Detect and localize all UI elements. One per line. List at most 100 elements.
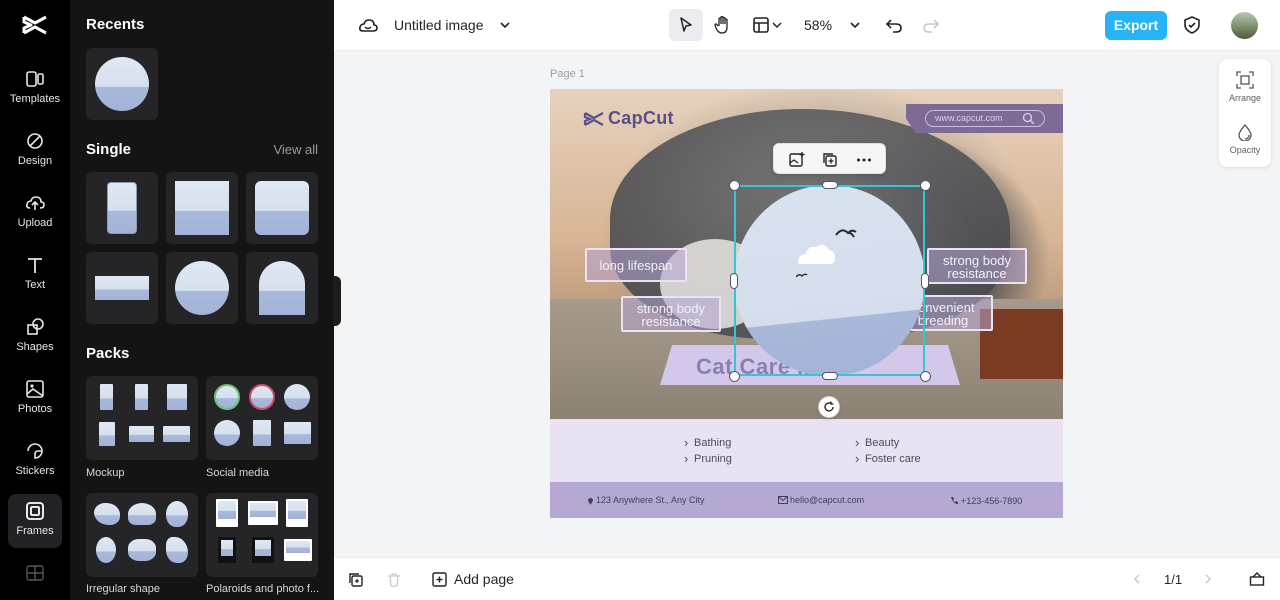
square-frame-thumb — [175, 181, 229, 235]
rail-design[interactable]: Design — [8, 124, 62, 178]
rail-label: Photos — [17, 403, 53, 415]
opacity-label: Opacity — [1229, 145, 1261, 155]
opacity-button[interactable]: Opacity — [1219, 123, 1271, 155]
duplicate-page-icon[interactable] — [348, 572, 364, 588]
email-text[interactable]: hello@capcut.com — [790, 495, 864, 505]
duplicate-icon[interactable] — [821, 151, 839, 169]
single-frame-arch[interactable] — [246, 252, 318, 324]
rail-label: Shapes — [16, 341, 54, 353]
hand-tool-icon[interactable] — [712, 14, 734, 36]
select-tool-button[interactable] — [669, 9, 703, 41]
services-section: Bathing Pruning Beauty Foster care — [550, 419, 1063, 482]
rotate-button[interactable] — [818, 396, 840, 418]
undo-icon[interactable] — [883, 14, 905, 36]
resize-handle-top-left[interactable] — [729, 180, 740, 191]
opacity-drop-icon — [1238, 124, 1252, 141]
page-counter: 1/1 — [1164, 572, 1183, 587]
chevron-down-icon[interactable] — [494, 14, 516, 36]
export-button[interactable]: Export — [1105, 11, 1167, 40]
rail-stickers[interactable]: Stickers — [8, 434, 62, 488]
pack-mockup[interactable] — [86, 376, 198, 460]
rail-shapes[interactable]: Shapes — [8, 310, 62, 364]
single-frame-rounded[interactable] — [246, 172, 318, 244]
mini-frame — [214, 420, 240, 446]
resize-handle-right[interactable] — [921, 273, 929, 289]
redo-icon[interactable] — [920, 14, 942, 36]
recents-title: Recents — [86, 16, 145, 33]
rail-templates[interactable]: Templates — [8, 62, 62, 116]
circle-frame-thumb — [95, 57, 149, 111]
resize-handle-bottom[interactable] — [822, 372, 838, 380]
resize-handle-top[interactable] — [822, 181, 838, 189]
photos-icon — [26, 380, 44, 398]
cloud-save-icon[interactable] — [357, 14, 379, 36]
shield-icon[interactable] — [1181, 14, 1203, 36]
top-bar: Untitled image 58% Export — [334, 0, 1280, 51]
brand-name[interactable]: CapCut — [608, 108, 674, 129]
element-floating-toolbar — [773, 143, 886, 174]
next-page-icon[interactable] — [1202, 573, 1214, 585]
view-all-link[interactable]: View all — [273, 142, 318, 157]
rail-label: Text — [24, 279, 46, 291]
single-frame-phone[interactable] — [86, 172, 158, 244]
resize-handle-top-right[interactable] — [920, 180, 931, 191]
zoom-level[interactable]: 58% — [804, 17, 832, 33]
more-tools-icon[interactable] — [26, 565, 44, 581]
arrange-button[interactable]: Arrange — [1219, 71, 1271, 103]
capcut-logo-icon[interactable] — [21, 13, 49, 37]
mini-polaroid — [218, 537, 236, 563]
service-item[interactable]: Beauty — [855, 435, 899, 450]
add-page-button[interactable]: Add page — [454, 571, 514, 587]
pack-irregular-shape[interactable] — [86, 493, 198, 577]
arrange-icon — [1236, 71, 1254, 89]
feature-bubble[interactable]: strong body resistance — [621, 296, 721, 332]
rail-text[interactable]: Text — [8, 248, 62, 302]
rail-photos[interactable]: Photos — [8, 372, 62, 426]
single-frame-square[interactable] — [166, 172, 238, 244]
rail-label: Design — [17, 155, 53, 167]
mini-frame — [94, 503, 120, 525]
rail-frames[interactable]: Frames — [8, 494, 62, 548]
resize-handle-bottom-left[interactable] — [729, 371, 740, 382]
address-text[interactable]: 123 Anywhere St., Any City — [596, 495, 705, 505]
feature-bubble[interactable]: strong body resistance — [927, 248, 1027, 284]
page-label: Page 1 — [550, 68, 585, 80]
service-item[interactable]: Foster care — [855, 451, 921, 466]
single-frame-landscape[interactable] — [86, 252, 158, 324]
single-title: Single — [86, 141, 132, 158]
panel-collapse-handle[interactable] — [333, 276, 341, 326]
service-item[interactable]: Pruning — [684, 451, 732, 466]
layout-chevron-down-icon[interactable] — [770, 14, 784, 36]
resize-handle-bottom-right[interactable] — [920, 371, 931, 382]
mini-frame — [167, 384, 187, 410]
pack-social-media[interactable] — [206, 376, 318, 460]
more-options-icon[interactable] — [855, 151, 873, 169]
service-item[interactable]: Bathing — [684, 435, 731, 450]
rounded-frame-thumb — [255, 181, 309, 235]
mini-frame — [253, 420, 271, 446]
single-frame-circle[interactable] — [166, 252, 238, 324]
replace-image-icon[interactable] — [788, 151, 806, 169]
pages-panel-icon[interactable] — [1249, 571, 1265, 587]
previous-page-icon[interactable] — [1131, 573, 1143, 585]
arrange-label: Arrange — [1228, 93, 1262, 103]
arch-frame-thumb — [259, 261, 305, 315]
mini-polaroid — [216, 499, 238, 527]
feature-bubble[interactable]: long lifespan — [585, 248, 687, 282]
rail-upload[interactable]: Upload — [8, 186, 62, 240]
mini-frame — [128, 503, 156, 525]
phone-text[interactable]: +123-456-7890 — [961, 496, 1022, 506]
rail-label: Stickers — [15, 465, 55, 477]
document-title[interactable]: Untitled image — [394, 17, 484, 33]
mini-frame — [99, 422, 115, 446]
pack-polaroids[interactable] — [206, 493, 318, 577]
resize-handle-left[interactable] — [730, 273, 738, 289]
zoom-chevron-down-icon[interactable] — [844, 14, 866, 36]
packs-title: Packs — [86, 345, 130, 362]
recent-frame-tile[interactable] — [86, 48, 158, 120]
delete-page-icon[interactable] — [386, 572, 402, 588]
mini-frame — [100, 384, 113, 410]
user-avatar[interactable] — [1231, 12, 1258, 39]
landscape-frame-thumb — [95, 276, 149, 300]
phone-frame-thumb — [107, 182, 137, 234]
